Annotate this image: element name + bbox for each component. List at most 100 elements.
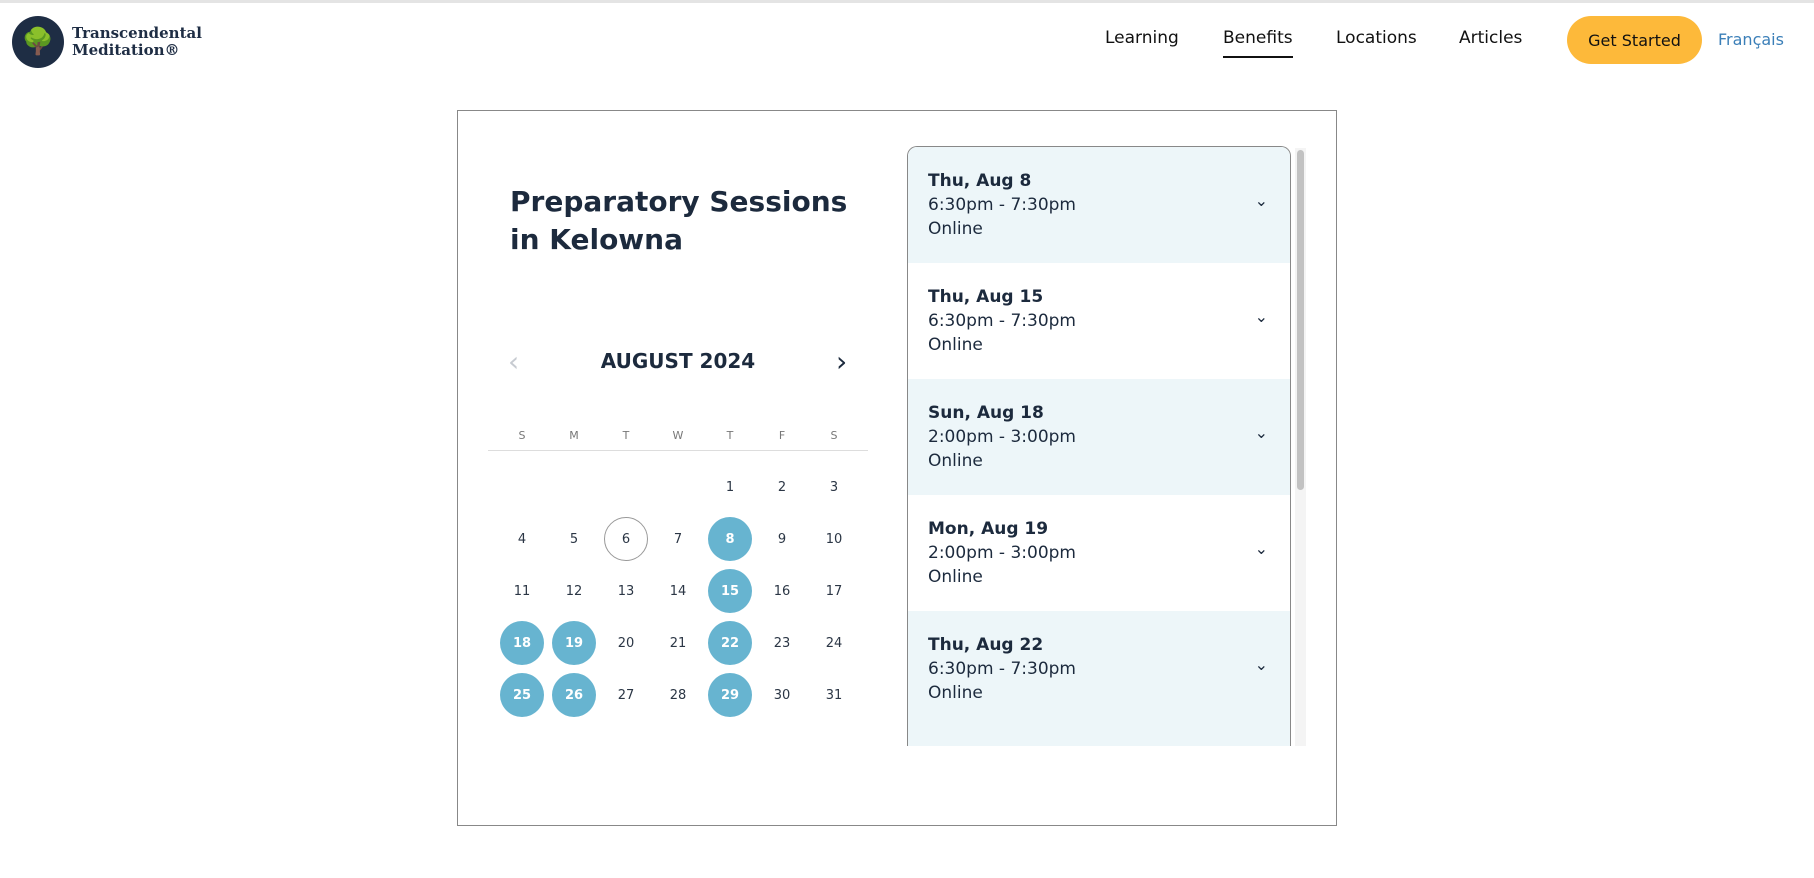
calendar-day: 4: [496, 513, 548, 565]
session-item[interactable]: Sun, Aug 18 2:00pm - 3:00pm Online ⌄: [908, 379, 1290, 495]
session-date: Sun, Aug 18: [928, 403, 1044, 423]
calendar-day: 13: [600, 565, 652, 617]
calendar-day-available[interactable]: 18: [496, 617, 548, 669]
day-number: 21: [669, 635, 687, 651]
calendar-day: 9: [756, 513, 808, 565]
day-number: 2: [777, 479, 787, 495]
day-number: 27: [617, 687, 635, 703]
session-item[interactable]: Thu, Aug 22 6:30pm - 7:30pm Online ⌄: [908, 611, 1290, 727]
day-number: 10: [825, 531, 843, 547]
calendar-day: 6: [600, 513, 652, 565]
session-date: Mon, Aug 19: [928, 519, 1049, 539]
calendar-day-available[interactable]: 22: [704, 617, 756, 669]
session-time: 6:30pm - 7:30pm: [928, 195, 1076, 215]
day-number: 1: [725, 479, 735, 495]
calendar-day: 5: [548, 513, 600, 565]
day-number: 5: [569, 531, 579, 547]
get-started-button[interactable]: Get Started: [1567, 16, 1702, 64]
tree-logo-icon: 🌳: [12, 16, 64, 68]
weekday-label: S: [518, 429, 526, 442]
calendar-month: AUGUST 2024: [600, 349, 756, 373]
session-item-partial[interactable]: [908, 727, 1290, 746]
calendar-grid: 1 2 3 4 5 6 7 8 9 10 11 12 13 14 15 16 17 18 19 20 21 22 23 24 2…: [496, 461, 860, 721]
brand-name-line2: Meditation®: [72, 41, 180, 59]
calendar-day: 1: [704, 461, 756, 513]
empty-cell: [652, 461, 704, 513]
weekday-label: T: [726, 429, 734, 442]
calendar-day: 11: [496, 565, 548, 617]
session-item[interactable]: Thu, Aug 8 6:30pm - 7:30pm Online ⌄: [908, 147, 1290, 263]
day-number: 15: [708, 569, 752, 613]
session-location: Online: [928, 451, 983, 471]
session-list: Thu, Aug 8 6:30pm - 7:30pm Online ⌄ Thu, Aug…: [907, 146, 1291, 746]
calendar-day-available[interactable]: 29: [704, 669, 756, 721]
day-number: 29: [708, 673, 752, 717]
day-number: 25: [500, 673, 544, 717]
day-number: 16: [773, 583, 791, 599]
calendar-day-available[interactable]: 15: [704, 565, 756, 617]
nav-locations[interactable]: Locations: [1336, 28, 1417, 48]
session-time: 6:30pm - 7:30pm: [928, 659, 1076, 679]
calendar-day: 16: [756, 565, 808, 617]
calendar-day: 2: [756, 461, 808, 513]
weekday-header: SMTWTFS: [488, 429, 868, 451]
chevron-right-icon[interactable]: ›: [836, 345, 847, 378]
day-number: 3: [829, 479, 839, 495]
brand-logo[interactable]: 🌳 Transcendental Meditation®: [12, 16, 202, 68]
day-number: 23: [773, 635, 791, 651]
scrollbar[interactable]: [1295, 148, 1306, 746]
weekday-label: T: [622, 429, 630, 442]
empty-cell: [548, 461, 600, 513]
day-number: 13: [617, 583, 635, 599]
weekday-label: M: [569, 429, 579, 442]
chevron-down-icon[interactable]: ⌄: [1255, 423, 1268, 442]
chevron-down-icon[interactable]: ⌄: [1255, 539, 1268, 558]
session-location: Online: [928, 335, 983, 355]
weekday-label: S: [830, 429, 838, 442]
nav-benefits[interactable]: Benefits: [1223, 28, 1293, 58]
calendar-day: 17: [808, 565, 860, 617]
day-number: 14: [669, 583, 687, 599]
language-toggle[interactable]: Français: [1718, 30, 1784, 49]
session-item[interactable]: Mon, Aug 19 2:00pm - 3:00pm Online ⌄: [908, 495, 1290, 611]
chevron-down-icon[interactable]: ⌄: [1255, 655, 1268, 674]
nav-articles[interactable]: Articles: [1459, 28, 1522, 48]
calendar-day-available[interactable]: 26: [548, 669, 600, 721]
day-number: 31: [825, 687, 843, 703]
scrollbar-thumb[interactable]: [1297, 150, 1304, 490]
day-number: 20: [617, 635, 635, 651]
day-number: 26: [552, 673, 596, 717]
top-border: [0, 0, 1814, 3]
calendar-day: 20: [600, 617, 652, 669]
calendar-day: 27: [600, 669, 652, 721]
calendar-day: 21: [652, 617, 704, 669]
chevron-down-icon[interactable]: ⌄: [1255, 191, 1268, 210]
session-date: Thu, Aug 8: [928, 171, 1032, 191]
day-number: 19: [552, 621, 596, 665]
day-number: 28: [669, 687, 687, 703]
calendar-day-available[interactable]: 25: [496, 669, 548, 721]
empty-cell: [600, 461, 652, 513]
session-time: 2:00pm - 3:00pm: [928, 543, 1076, 563]
day-number: 17: [825, 583, 843, 599]
session-date: Thu, Aug 15: [928, 287, 1044, 307]
calendar-day-available[interactable]: 8: [704, 513, 756, 565]
day-number: 6: [604, 517, 648, 561]
weekday-label: W: [672, 429, 684, 442]
session-time: 6:30pm - 7:30pm: [928, 311, 1076, 331]
weekday-label: F: [778, 429, 786, 442]
day-number: 11: [513, 583, 531, 599]
sessions-panel: Preparatory Sessions in Kelowna ‹ AUGUST…: [457, 110, 1337, 826]
calendar-day: 23: [756, 617, 808, 669]
calendar-day-available[interactable]: 19: [548, 617, 600, 669]
page-title: Preparatory Sessions in Kelowna: [510, 185, 848, 256]
day-number: 22: [708, 621, 752, 665]
session-item[interactable]: Thu, Aug 15 6:30pm - 7:30pm Online ⌄: [908, 263, 1290, 379]
calendar-day: 31: [808, 669, 860, 721]
nav-learning[interactable]: Learning: [1105, 28, 1179, 48]
session-time: 2:00pm - 3:00pm: [928, 427, 1076, 447]
brand-name-line1: Transcendental: [72, 24, 202, 42]
chevron-down-icon[interactable]: ⌄: [1255, 307, 1268, 326]
calendar-day: 3: [808, 461, 860, 513]
day-number: 9: [777, 531, 787, 547]
